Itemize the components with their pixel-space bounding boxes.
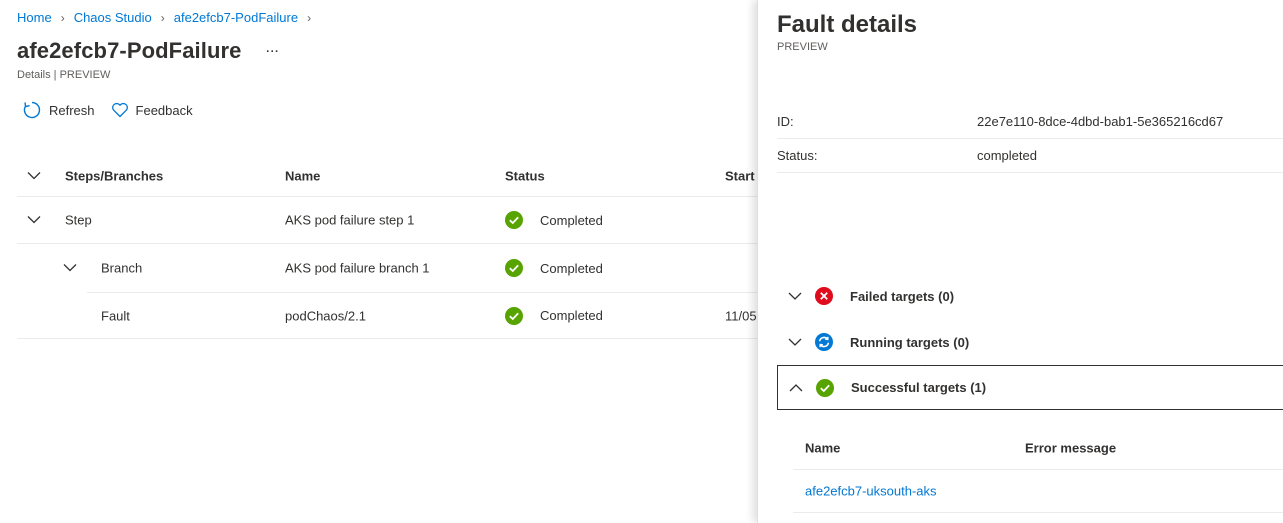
feedback-button[interactable]: Feedback [111,101,193,119]
column-header-start[interactable]: Start [725,168,755,183]
success-icon [505,259,523,277]
status-cell: Completed [505,306,603,325]
property-key: ID: [777,114,794,129]
column-header-steps[interactable]: Steps/Branches [65,168,163,183]
grid-header: Steps/Branches Name Status Start [17,155,757,197]
chevron-down-icon[interactable] [27,213,41,228]
chevron-right-icon: › [307,10,312,25]
status-text: Completed [540,308,603,323]
page-title: afe2efcb7-PodFailure [17,38,242,63]
section-label: Failed targets (0) [850,288,955,304]
running-targets-section[interactable]: Running targets (0) [777,320,1283,364]
chevron-right-icon: › [160,10,165,25]
success-icon [505,211,523,229]
target-link[interactable]: afe2efcb7-uksouth-aks [805,484,937,499]
chevron-down-icon[interactable] [788,291,802,301]
successful-targets-section[interactable]: Successful targets (1) [777,365,1283,410]
refresh-button[interactable]: Refresh [22,100,95,120]
title-row: afe2efcb7-PodFailure ... [17,38,279,64]
failed-targets-section[interactable]: Failed targets (0) [777,274,1283,318]
property-value: completed [977,148,1037,163]
status-text: Completed [540,212,603,228]
table-row-branch[interactable]: Branch AKS pod failure branch 1 Complete… [63,244,757,293]
section-label: Successful targets (1) [851,380,987,395]
success-icon [505,306,523,325]
refresh-icon [23,101,41,119]
row-type: Step [65,212,92,228]
steps-grid: Steps/Branches Name Status Start Step AK… [17,155,757,339]
property-value: 22e7e110-8dce-4dbd-bab1-5e365216cd67 [977,114,1224,129]
breadcrumb-chaos-studio[interactable]: Chaos Studio [74,10,152,25]
toolbar: Refresh Feedback [22,100,209,120]
column-header-name[interactable]: Name [805,441,840,456]
column-header-status[interactable]: Status [505,168,545,183]
row-type: Fault [101,308,130,323]
fault-details-panel: Fault details PREVIEW ID: 22e7e110-8dce-… [757,0,1283,523]
more-options-button[interactable]: ... [266,39,279,57]
property-id: ID: 22e7e110-8dce-4dbd-bab1-5e365216cd67 [777,105,1283,139]
row-start: 11/05 [725,308,757,323]
feedback-label: Feedback [135,102,193,118]
row-name: AKS pod failure step 1 [285,212,415,228]
refresh-label: Refresh [49,102,95,118]
heart-icon [111,102,128,118]
property-status: Status: completed [777,139,1283,173]
breadcrumb-experiment[interactable]: afe2efcb7-PodFailure [174,10,298,25]
error-icon [815,287,833,305]
chevron-down-icon[interactable] [788,337,802,347]
success-icon [816,378,834,397]
main-content: Home › Chaos Studio › afe2efcb7-PodFailu… [0,0,757,523]
chevron-right-icon: › [60,10,65,25]
table-row-fault[interactable]: Fault podChaos/2.1 Completed 11/05 [17,293,757,339]
column-header-error[interactable]: Error message [1025,441,1116,456]
chevron-up-icon[interactable] [789,383,803,393]
table-row: afe2efcb7-uksouth-aks [793,470,1283,513]
section-label: Running targets (0) [850,334,970,350]
panel-title: Fault details [777,11,918,38]
row-name: AKS pod failure branch 1 [285,260,430,276]
status-text: Completed [540,260,603,276]
chevron-down-icon[interactable] [27,168,41,183]
status-cell: Completed [505,259,603,277]
breadcrumb: Home › Chaos Studio › afe2efcb7-PodFailu… [17,10,320,25]
property-key: Status: [777,148,818,163]
row-name: podChaos/2.1 [285,308,366,323]
page-subtitle: Details | PREVIEW [17,69,111,81]
table-row-step[interactable]: Step AKS pod failure step 1 Completed [17,197,757,244]
row-type: Branch [101,260,143,276]
sync-icon [815,333,833,351]
targets-header: Name Error message [793,427,1283,470]
column-header-name[interactable]: Name [285,168,320,183]
status-cell: Completed [505,211,603,229]
panel-subtitle: PREVIEW [777,41,828,53]
breadcrumb-home[interactable]: Home [17,10,52,25]
chevron-down-icon[interactable] [63,261,77,276]
